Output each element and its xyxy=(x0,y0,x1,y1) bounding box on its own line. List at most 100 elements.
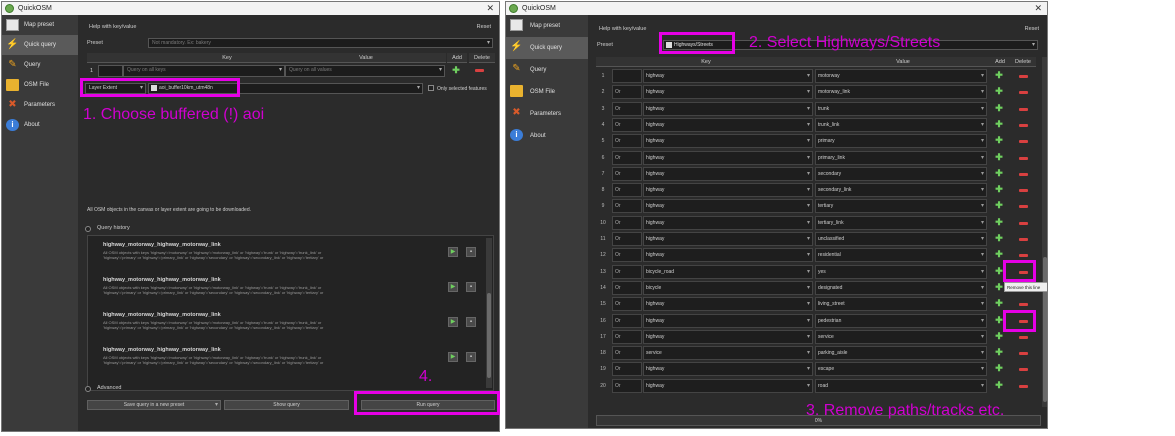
key-select[interactable]: highway xyxy=(643,69,813,83)
operator-cell[interactable]: Or xyxy=(612,151,642,165)
value-select[interactable]: unclassified xyxy=(815,232,987,246)
delete-row-icon[interactable] xyxy=(1019,91,1028,94)
operator-cell[interactable]: Or xyxy=(612,265,642,279)
operator-cell[interactable]: Or xyxy=(612,199,642,213)
operator-cell[interactable]: Or xyxy=(612,167,642,181)
value-select[interactable]: motorway xyxy=(815,69,987,83)
sidebar-item-osm-file[interactable]: OSM File xyxy=(506,81,588,103)
add-row-icon[interactable]: ✚ xyxy=(994,348,1004,357)
key-select[interactable]: highway xyxy=(643,248,813,262)
key-select[interactable]: service xyxy=(643,346,813,360)
delete-row-icon[interactable] xyxy=(1019,303,1028,306)
value-select[interactable]: designated xyxy=(815,281,987,295)
delete-row-icon[interactable] xyxy=(1019,368,1028,371)
value-select[interactable]: residential xyxy=(815,248,987,262)
add-row-icon[interactable]: ✚ xyxy=(994,153,1004,162)
key-select[interactable]: highway xyxy=(643,151,813,165)
operator-cell[interactable] xyxy=(612,69,642,83)
key-select[interactable]: highway xyxy=(643,232,813,246)
delete-row-icon[interactable] xyxy=(1019,254,1028,257)
preset-select[interactable]: Not mandatory. Ex: bakery xyxy=(148,38,493,48)
delete-row-icon[interactable] xyxy=(475,69,484,72)
delete-row-icon[interactable] xyxy=(1019,108,1028,111)
add-row-icon[interactable]: ✚ xyxy=(994,201,1004,210)
value-select[interactable]: yes xyxy=(815,265,987,279)
delete-row-icon[interactable] xyxy=(1019,385,1028,388)
only-selected-checkbox[interactable] xyxy=(428,85,434,91)
delete-row-icon[interactable] xyxy=(1019,205,1028,208)
key-select[interactable]: highway xyxy=(643,134,813,148)
key-select[interactable]: highway xyxy=(643,379,813,393)
value-select[interactable]: motorway_link xyxy=(815,85,987,99)
advanced-toggle[interactable] xyxy=(85,386,91,392)
delete-row-icon[interactable] xyxy=(1019,336,1028,339)
operator-cell[interactable]: Or xyxy=(612,379,642,393)
reset-button[interactable]: Reset xyxy=(1025,26,1039,32)
key-select[interactable]: bicycle xyxy=(643,281,813,295)
value-select[interactable]: service xyxy=(815,330,987,344)
add-row-icon[interactable]: ✚ xyxy=(994,218,1004,227)
delete-row-icon[interactable] xyxy=(1019,238,1028,241)
operator-cell[interactable]: Or xyxy=(612,232,642,246)
key-select[interactable]: highway xyxy=(643,199,813,213)
delete-row-icon[interactable] xyxy=(1019,189,1028,192)
save-history-icon[interactable]: ▪ xyxy=(466,247,476,257)
operator-cell[interactable]: Or xyxy=(612,183,642,197)
sidebar-item-query[interactable]: ✎ Query xyxy=(506,59,588,81)
operator-cell[interactable]: Or xyxy=(612,216,642,230)
key-select[interactable]: highway xyxy=(643,118,813,132)
run-history-icon[interactable]: ▶ xyxy=(448,317,458,327)
run-history-icon[interactable]: ▶ xyxy=(448,282,458,292)
operator-cell[interactable]: Or xyxy=(612,330,642,344)
delete-row-icon[interactable] xyxy=(1019,140,1028,143)
key-select[interactable]: highway xyxy=(643,183,813,197)
value-select[interactable]: escape xyxy=(815,362,987,376)
history-scrollbar[interactable] xyxy=(486,238,492,388)
add-row-icon[interactable]: ✚ xyxy=(994,381,1004,390)
delete-row-icon[interactable] xyxy=(1019,352,1028,355)
key-select[interactable]: highway xyxy=(643,362,813,376)
operator-cell[interactable]: Or xyxy=(612,85,642,99)
reset-button[interactable]: Reset xyxy=(477,24,491,30)
table-scrollbar[interactable] xyxy=(1042,57,1047,407)
scrollbar-thumb[interactable] xyxy=(1043,257,1047,402)
sidebar-item-parameters[interactable]: ✖ Parameters xyxy=(506,103,588,125)
value-select[interactable]: trunk xyxy=(815,102,987,116)
value-select[interactable]: living_street xyxy=(815,297,987,311)
operator-cell[interactable]: Or xyxy=(612,314,642,328)
add-row-icon[interactable]: ✚ xyxy=(994,283,1004,292)
add-row-icon[interactable]: ✚ xyxy=(994,299,1004,308)
key-select[interactable]: highway xyxy=(643,102,813,116)
operator-cell[interactable]: Or xyxy=(612,118,642,132)
sidebar-item-query[interactable]: ✎ Query xyxy=(2,55,78,75)
save-history-icon[interactable]: ▪ xyxy=(466,352,476,362)
add-row-icon[interactable]: ✚ xyxy=(994,185,1004,194)
help-link[interactable]: Help with key/value xyxy=(89,24,136,30)
run-history-icon[interactable]: ▶ xyxy=(448,352,458,362)
add-row-icon[interactable]: ✚ xyxy=(994,364,1004,373)
sidebar-item-about[interactable]: i About xyxy=(2,115,78,135)
add-row-icon[interactable]: ✚ xyxy=(994,332,1004,341)
delete-row-icon[interactable] xyxy=(1019,173,1028,176)
value-select[interactable]: primary_link xyxy=(815,151,987,165)
value-select[interactable]: tertiary xyxy=(815,199,987,213)
key-select[interactable]: bicycle_road xyxy=(643,265,813,279)
show-query-button[interactable]: Show query xyxy=(224,400,349,410)
sidebar-item-about[interactable]: i About xyxy=(506,125,588,147)
add-row-icon[interactable]: ✚ xyxy=(994,120,1004,129)
save-history-icon[interactable]: ▪ xyxy=(466,282,476,292)
operator-cell[interactable]: Or xyxy=(612,346,642,360)
operator-cell[interactable]: Or xyxy=(612,362,642,376)
operator-cell[interactable]: Or xyxy=(612,248,642,262)
add-row-icon[interactable]: ✚ xyxy=(994,87,1004,96)
value-select[interactable]: road xyxy=(815,379,987,393)
add-row-icon[interactable]: ✚ xyxy=(994,234,1004,243)
close-icon[interactable]: ✕ xyxy=(486,2,494,15)
add-row-icon[interactable]: ✚ xyxy=(994,71,1004,80)
scrollbar-thumb[interactable] xyxy=(487,293,491,378)
value-select[interactable]: pedestrian xyxy=(815,314,987,328)
add-row-icon[interactable]: ✚ xyxy=(994,169,1004,178)
key-select[interactable]: highway xyxy=(643,297,813,311)
delete-row-icon[interactable] xyxy=(1019,75,1028,78)
sidebar-item-quick-query[interactable]: ⚡ Quick query xyxy=(2,35,78,55)
